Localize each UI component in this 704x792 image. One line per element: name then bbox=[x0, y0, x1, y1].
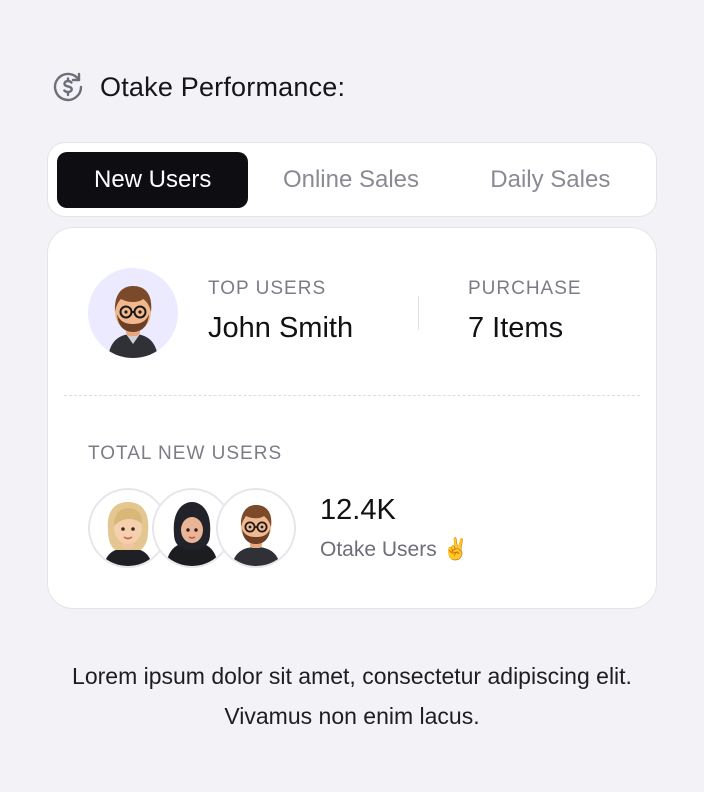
divider bbox=[418, 296, 419, 330]
dollar-refresh-icon bbox=[52, 71, 84, 103]
top-user-name: John Smith bbox=[208, 312, 354, 344]
tab-bar: New Users Online Sales Daily Sales bbox=[47, 142, 657, 217]
performance-card: TOP USERS John Smith PURCHASE 7 Items TO… bbox=[47, 227, 657, 609]
total-new-users-subtitle: Otake Users ✌️ bbox=[320, 538, 469, 561]
top-user-row: TOP USERS John Smith PURCHASE 7 Items bbox=[88, 268, 636, 358]
avatar bbox=[88, 268, 178, 358]
purchase-value: 7 Items bbox=[468, 312, 564, 344]
footer-description: Lorem ipsum dolor sit amet, consectetur … bbox=[72, 663, 632, 729]
top-user-label: TOP USERS bbox=[208, 278, 327, 299]
section-header: Otake Performance: bbox=[52, 71, 345, 103]
avatar bbox=[216, 488, 296, 568]
tab-online-sales[interactable]: Online Sales bbox=[248, 152, 453, 208]
total-new-users-label: TOTAL NEW USERS bbox=[88, 443, 283, 464]
purchase-stat: PURCHASE 7 Items bbox=[468, 278, 582, 345]
dashed-divider bbox=[64, 395, 640, 396]
tab-new-users[interactable]: New Users bbox=[57, 151, 249, 208]
page-title: Otake Performance: bbox=[100, 71, 346, 102]
top-user-stat: TOP USERS John Smith bbox=[208, 278, 353, 345]
tab-daily-sales[interactable]: Daily Sales bbox=[454, 152, 647, 208]
purchase-label: PURCHASE bbox=[468, 278, 582, 299]
total-new-users-count: 12.4K bbox=[320, 494, 396, 526]
